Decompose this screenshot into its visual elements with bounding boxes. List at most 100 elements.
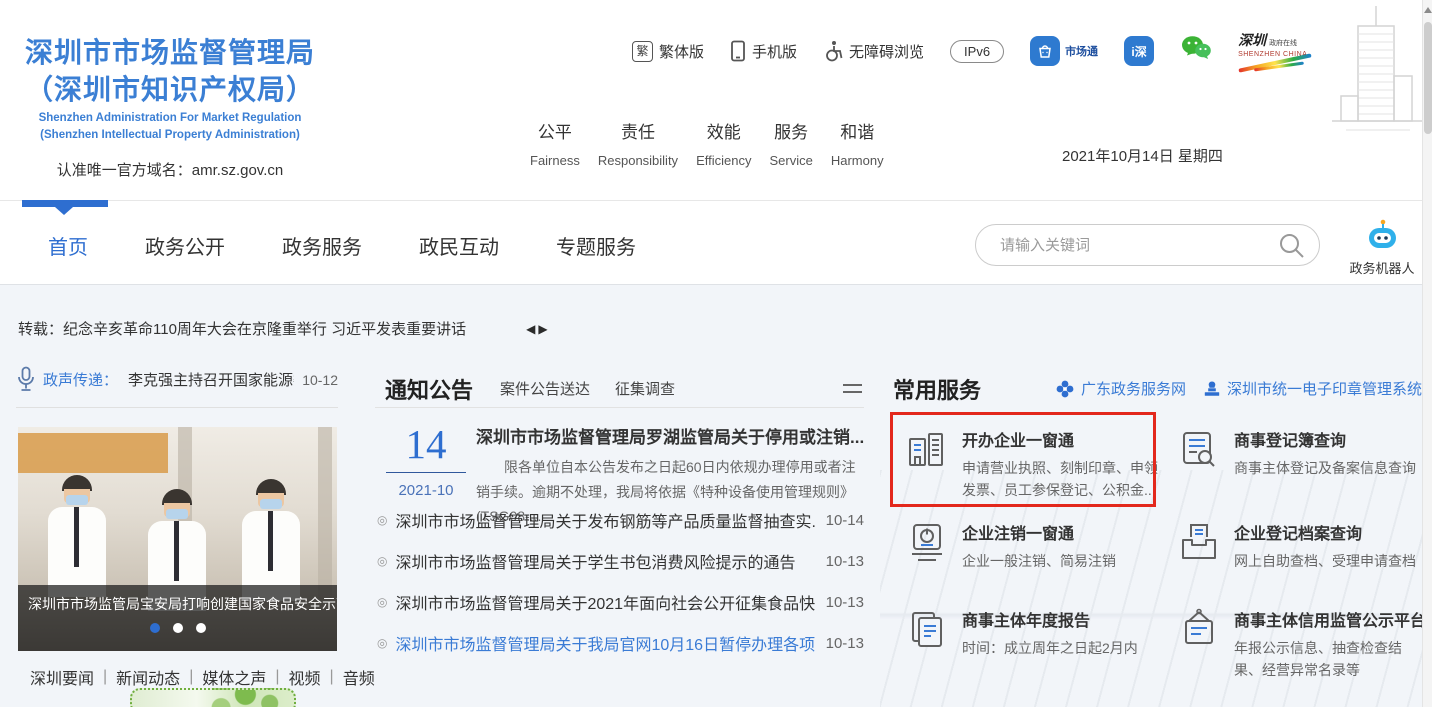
bullet-icon: ◎ <box>377 636 387 650</box>
photo-person <box>46 475 108 597</box>
featured-notice-title[interactable]: 深圳市市场监督管理局罗湖监管局关于停用或注销... <box>476 423 864 448</box>
archive-icon <box>1177 520 1221 592</box>
ticker-prev-icon[interactable]: ◀ <box>526 322 535 336</box>
scrollbar-thumb[interactable] <box>1424 22 1432 134</box>
annual-report-icon <box>905 607 949 679</box>
nav-item-gov-services[interactable]: 政务服务 <box>282 231 362 260</box>
bullet-icon: ◎ <box>377 554 387 568</box>
wechat-icon <box>1180 35 1212 62</box>
notice-item[interactable]: ◎ 深圳市市场监督管理局关于我局官网10月16日暂停办理各项... 10-13 <box>375 631 864 655</box>
carousel-caption[interactable]: 深圳市市场监管局宝安局打响创建国家食品安全示范... <box>18 585 337 614</box>
logo-title-en-2: (Shenzhen Intellectual Property Administ… <box>25 128 315 142</box>
promo-banner[interactable] <box>130 688 296 707</box>
news-link-video[interactable]: 视频 <box>289 665 321 689</box>
notice-item[interactable]: ◎ 深圳市市场监督管理局关于学生书包消费风险提示的通告 10-13 <box>375 549 864 573</box>
traditional-badge-icon: 繁 <box>632 41 653 62</box>
nav-item-gov-disclosure[interactable]: 政务公开 <box>145 231 225 260</box>
bullet-icon: ◎ <box>377 513 387 527</box>
service-register-lookup[interactable]: 商事登记簿查询 商事主体登记及备案信息查询 <box>1163 412 1422 505</box>
guangdong-portal-link[interactable]: 广东政务服务网 <box>1055 378 1186 399</box>
market-app-label: 市场通 <box>1065 43 1098 59</box>
logo-title-cn-1: 深圳市市场监督管理局 <box>25 34 315 71</box>
gov-voice-headline[interactable]: 李克强主持召开国家能源委... <box>128 369 294 390</box>
tab-case-announcements[interactable]: 案件公告送达 <box>500 378 590 399</box>
news-link-media[interactable]: 媒体之声 <box>202 665 266 689</box>
gov-robot-button[interactable]: 政务机器人 <box>1346 219 1418 277</box>
scroll-up-icon[interactable] <box>1424 7 1432 13</box>
notice-list: ◎ 深圳市市场监督管理局关于发布钢筋等产品质量监督抽查实... 10-14 ◎ … <box>375 508 864 672</box>
value-fairness: 公平 Fairness <box>530 118 580 168</box>
active-tab-indicator <box>22 200 108 207</box>
mobile-label: 手机版 <box>752 41 797 62</box>
search-icon[interactable] <box>1278 232 1305 259</box>
page: 深圳市市场监督管理局 （深圳市知识产权局） Shenzhen Administr… <box>0 0 1432 707</box>
bullet-icon: ◎ <box>377 595 387 609</box>
wheelchair-icon <box>823 40 843 62</box>
logo-title-cn-2: （深圳市知识产权局） <box>25 71 315 108</box>
ipv6-link[interactable]: IPv6 <box>950 40 1004 63</box>
featured-notice-date: 14 2021-10 <box>386 424 466 499</box>
carousel-dot-1[interactable] <box>150 623 160 633</box>
news-category-links: 深圳要闻 | 新闻动态 | 媒体之声 | 视频 | 音频 <box>30 665 375 689</box>
service-deregistration[interactable]: 企业注销一窗通 企业一般注销、简易注销 <box>891 505 1163 592</box>
value-efficiency: 效能 Efficiency <box>696 118 751 168</box>
building-sketch-decoration <box>1328 4 1428 159</box>
gov-robot-label: 政务机器人 <box>1346 258 1418 277</box>
deregister-icon <box>905 520 949 592</box>
mobile-version-link[interactable]: 手机版 <box>730 40 797 62</box>
site-logo[interactable]: 深圳市市场监督管理局 （深圳市知识产权局） Shenzhen Administr… <box>25 34 315 180</box>
service-annual-report[interactable]: 商事主体年度报告 时间：成立周年之日起2月内 <box>891 592 1163 679</box>
accessibility-link[interactable]: 无障碍浏览 <box>823 40 924 62</box>
shenzhen-logo-cn: 深圳 <box>1238 35 1266 49</box>
carousel-dot-2[interactable] <box>173 623 183 633</box>
nav-item-home[interactable]: 首页 <box>48 231 88 260</box>
shenzhen-logo-sub: 政府在线 <box>1269 40 1297 47</box>
traditional-label: 繁体版 <box>659 41 704 62</box>
notices-more-icon[interactable] <box>843 380 862 397</box>
microphone-icon <box>16 366 36 393</box>
carousel-caption-bar: 深圳市市场监管局宝安局打响创建国家食品安全示范... <box>18 585 337 651</box>
carousel-dots <box>18 623 337 633</box>
traditional-chinese-link[interactable]: 繁 繁体版 <box>632 41 704 62</box>
service-open-business[interactable]: 开办企业一窗通 申请营业执照、刻制印章、申领发票、员工参保登记、公积金... <box>891 412 1163 505</box>
eseal-system-link[interactable]: 深圳市统一电子印章管理系统 <box>1203 378 1422 399</box>
official-domain-note: 认准唯一官方域名：amr.sz.gov.cn <box>25 159 315 180</box>
market-app-icon <box>1030 36 1060 66</box>
phone-icon <box>730 40 746 62</box>
news-link-updates[interactable]: 新闻动态 <box>116 665 180 689</box>
tab-public-consultation[interactable]: 征集调查 <box>615 378 675 399</box>
news-photo-carousel[interactable]: 深圳市市场监管局宝安局打响创建国家食品安全示范... <box>18 427 337 651</box>
ishenzhen-app-link[interactable]: i深 <box>1124 36 1154 66</box>
service-grid: 开办企业一窗通 申请营业执照、刻制印章、申领发票、员工参保登记、公积金... 商… <box>891 412 1422 679</box>
photo-decoration <box>18 433 168 473</box>
notice-item[interactable]: ◎ 深圳市市场监督管理局关于2021年面向社会公开征集食品快... 10-13 <box>375 590 864 614</box>
gov-voice-row: 政声传递： 李克强主持召开国家能源委... 10-12 <box>16 366 338 408</box>
notice-item[interactable]: ◎ 深圳市市场监督管理局关于发布钢筋等产品质量监督抽查实... 10-14 <box>375 508 864 532</box>
search-input[interactable] <box>998 236 1278 255</box>
accessibility-label: 无障碍浏览 <box>849 41 924 62</box>
nav-item-interaction[interactable]: 政民互动 <box>419 231 499 260</box>
notices-header: 通知公告 案件公告送达 征集调查 <box>375 370 864 408</box>
market-app-link[interactable]: 市场通 <box>1030 36 1098 66</box>
wechat-link[interactable] <box>1180 35 1212 67</box>
flower-icon <box>1055 379 1075 399</box>
ticker-next-icon[interactable]: ▶ <box>538 322 547 336</box>
site-search <box>975 224 1320 266</box>
headline-ticker: 转载：纪念辛亥革命110周年大会在京隆重举行 习近平发表重要讲话 ◀ ▶ <box>18 318 708 339</box>
ticker-headline[interactable]: 转载：纪念辛亥革命110周年大会在京隆重举行 习近平发表重要讲话 <box>18 318 466 339</box>
header-quick-links: 繁 繁体版 手机版 无障碍浏览 IPv6 市场通 i深 <box>632 36 1312 66</box>
value-harmony: 和谐 Harmony <box>831 118 884 168</box>
service-credit-platform[interactable]: 商事主体信用监管公示平台 年报公示信息、抽查检查结果、经营异常名录等 <box>1163 592 1422 679</box>
shenzhen-china-logo[interactable]: 深圳 政府在线 SHENZHEN CHINA <box>1238 35 1312 68</box>
featured-month: 2021-10 <box>386 482 466 499</box>
featured-day: 14 <box>386 424 466 465</box>
gov-voice-label[interactable]: 政声传递： <box>43 369 118 390</box>
news-link-shenzhen[interactable]: 深圳要闻 <box>30 665 94 689</box>
service-archive-lookup[interactable]: 企业登记档案查询 网上自助查档、受理申请查档 <box>1163 505 1422 592</box>
notices-title: 通知公告 <box>385 373 473 405</box>
featured-divider <box>386 472 466 473</box>
carousel-dot-3[interactable] <box>196 623 206 633</box>
news-link-audio[interactable]: 音频 <box>343 665 375 689</box>
nav-item-special-topics[interactable]: 专题服务 <box>556 231 636 260</box>
site-header: 深圳市市场监督管理局 （深圳市知识产权局） Shenzhen Administr… <box>0 0 1422 200</box>
